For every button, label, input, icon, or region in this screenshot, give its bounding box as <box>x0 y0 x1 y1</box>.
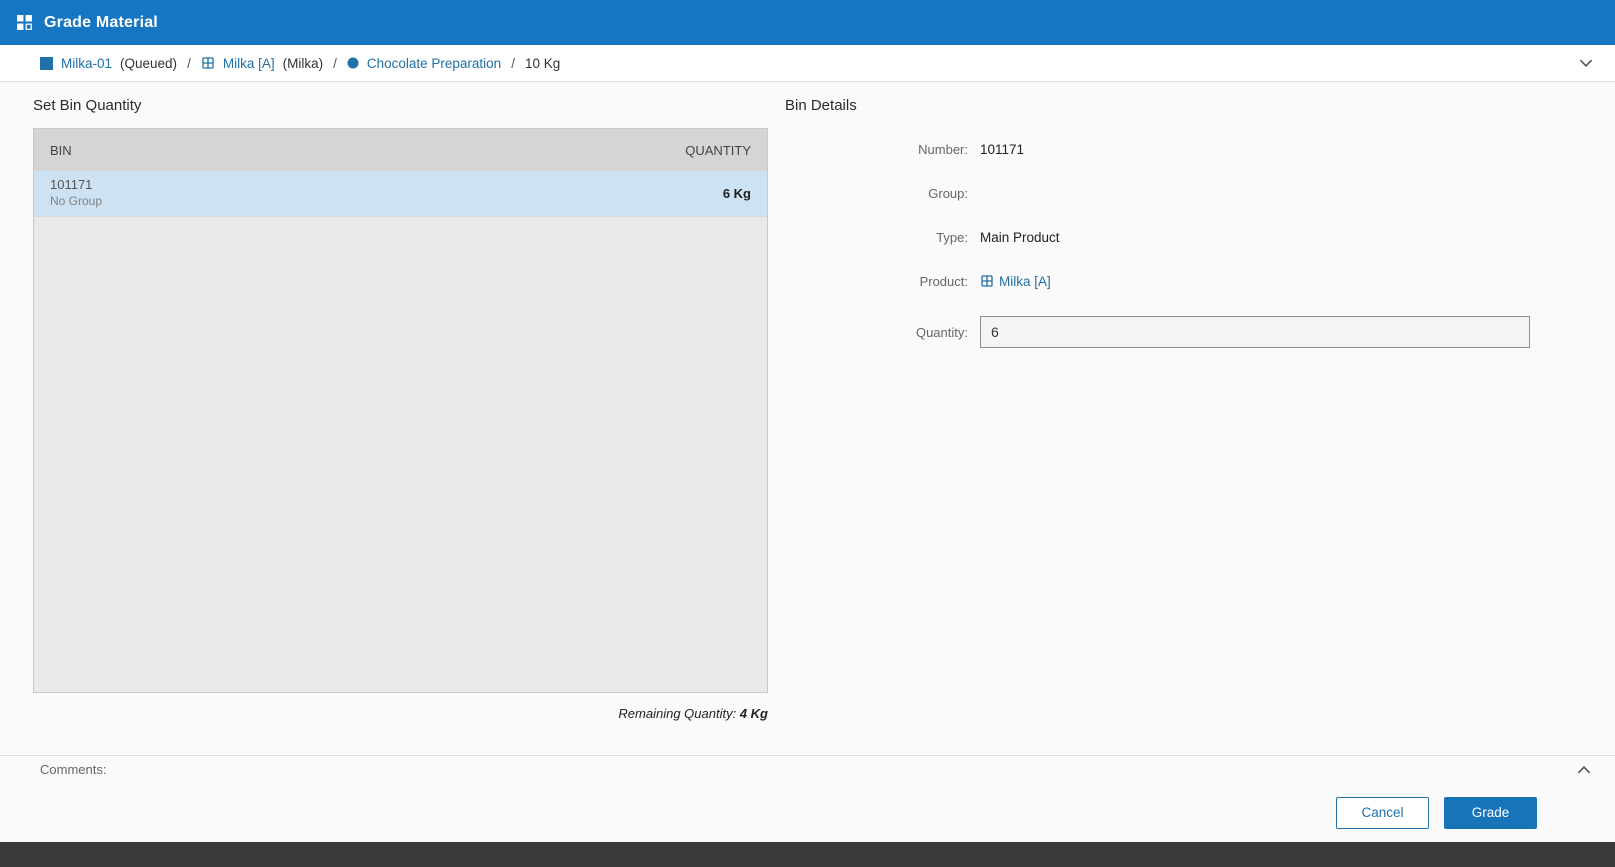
quantity-input[interactable] <box>980 316 1530 348</box>
breadcrumb-separator: / <box>511 55 515 71</box>
product-link[interactable]: Milka [A] <box>980 274 1051 289</box>
quantity-label: Quantity: <box>915 324 968 340</box>
chevron-down-icon[interactable] <box>1577 54 1595 72</box>
action-bar: Cancel Grade <box>0 783 1615 842</box>
title-bar: Grade Material <box>0 0 1615 45</box>
remaining-quantity-label: Remaining Quantity: <box>618 706 737 721</box>
type-row: Type: Main Product <box>785 228 1530 246</box>
step-icon <box>347 57 359 69</box>
quantity-row: Quantity: <box>785 316 1530 348</box>
bin-table-body: 101171 No Group 6 Kg <box>34 171 767 692</box>
operation-status-icon <box>40 56 53 70</box>
product-icon <box>201 56 215 70</box>
chevron-up-icon[interactable] <box>1575 761 1593 779</box>
breadcrumb-product-link[interactable]: Milka [A] <box>223 56 275 71</box>
comments-label: Comments: <box>40 762 107 777</box>
number-row: Number: 101171 <box>785 140 1530 158</box>
table-row[interactable]: 101171 No Group 6 Kg <box>34 171 767 217</box>
breadcrumb-product-name: (Milka) <box>282 55 324 71</box>
breadcrumb-operation-link[interactable]: Milka-01 <box>61 56 112 71</box>
product-label: Product: <box>919 273 968 289</box>
bin-details-panel: Bin Details Number: 101171 Group: Type: … <box>785 96 1530 348</box>
set-bin-quantity-panel: Set Bin Quantity BIN QUANTITY 101171 No … <box>33 96 768 721</box>
comments-section: Comments: <box>0 755 1615 783</box>
set-bin-quantity-title: Set Bin Quantity <box>33 97 142 114</box>
page-title: Grade Material <box>44 13 158 31</box>
breadcrumb: Milka-01 (Queued) / Milka [A] (Milka) / … <box>0 45 1615 82</box>
product-icon <box>980 274 994 288</box>
column-header-quantity: QUANTITY <box>685 142 751 158</box>
breadcrumb-separator: / <box>187 55 191 71</box>
bin-details-form: Number: 101171 Group: Type: Main Product… <box>785 140 1530 348</box>
remaining-quantity: Remaining Quantity: 4 Kg <box>33 706 768 721</box>
remaining-quantity-value: 4 Kg <box>739 706 768 721</box>
grade-button[interactable]: Grade <box>1444 796 1537 829</box>
product-row: Product: Milka [A] <box>785 272 1530 290</box>
breadcrumb-step-link[interactable]: Chocolate Preparation <box>367 56 501 71</box>
column-header-bin: BIN <box>50 142 72 158</box>
grade-material-icon <box>16 14 33 31</box>
breadcrumb-operation-status: (Queued) <box>120 55 178 71</box>
main-content: Set Bin Quantity BIN QUANTITY 101171 No … <box>0 82 1615 755</box>
bin-details-title: Bin Details <box>785 97 857 114</box>
cancel-button[interactable]: Cancel <box>1336 796 1429 829</box>
bin-number: 101171 <box>50 177 93 193</box>
bin-cell: 101171 No Group <box>50 177 102 209</box>
breadcrumb-separator: / <box>333 55 337 71</box>
type-value: Main Product <box>980 229 1060 245</box>
breadcrumb-quantity: 10 Kg <box>524 55 561 71</box>
number-value: 101171 <box>980 141 1025 157</box>
bin-group: No Group <box>50 194 103 209</box>
bin-table-header: BIN QUANTITY <box>34 129 767 171</box>
type-label: Type: <box>936 229 968 245</box>
group-row: Group: <box>785 184 1530 202</box>
product-value: Milka [A] <box>999 273 1051 289</box>
bin-quantity: 6 Kg <box>722 186 751 201</box>
number-label: Number: <box>918 141 968 157</box>
screen-edge <box>0 842 1615 867</box>
bin-table: BIN QUANTITY 101171 No Group 6 Kg <box>33 128 768 693</box>
group-label: Group: <box>928 185 968 201</box>
grade-material-window: Grade Material Milka-01 (Queued) / Milka… <box>0 0 1615 867</box>
